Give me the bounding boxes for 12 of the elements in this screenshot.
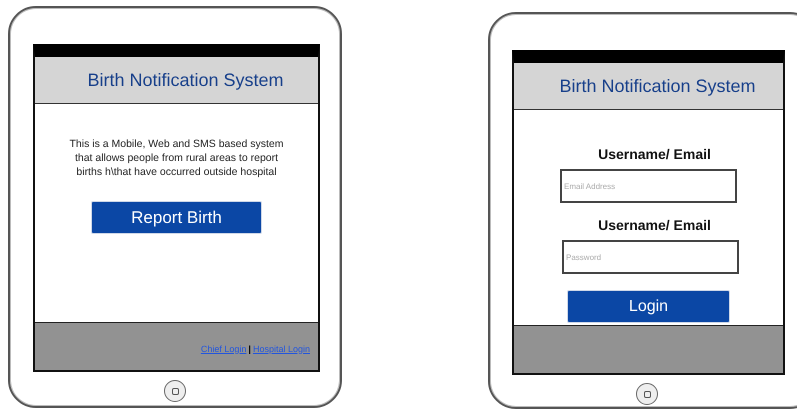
report-birth-button[interactable]: Report Birth	[91, 201, 262, 234]
app-title: Birth Notification System	[87, 68, 284, 92]
home-button[interactable]	[636, 383, 658, 405]
field-label: Username/ Email	[598, 216, 711, 235]
login-button[interactable]: Login	[567, 290, 730, 323]
app-title: Birth Notification System	[559, 74, 756, 98]
input-field[interactable]: Password	[562, 240, 739, 274]
input-field[interactable]: Email Address	[560, 169, 737, 203]
description-text: This is a Mobile, Web and SMS based system that allows people from rural areas to report births h\that have occurred outside hospital	[70, 137, 284, 179]
link-separator: |	[248, 342, 251, 356]
home-button[interactable]	[164, 380, 186, 402]
field-label: Username/ Email	[598, 145, 711, 164]
